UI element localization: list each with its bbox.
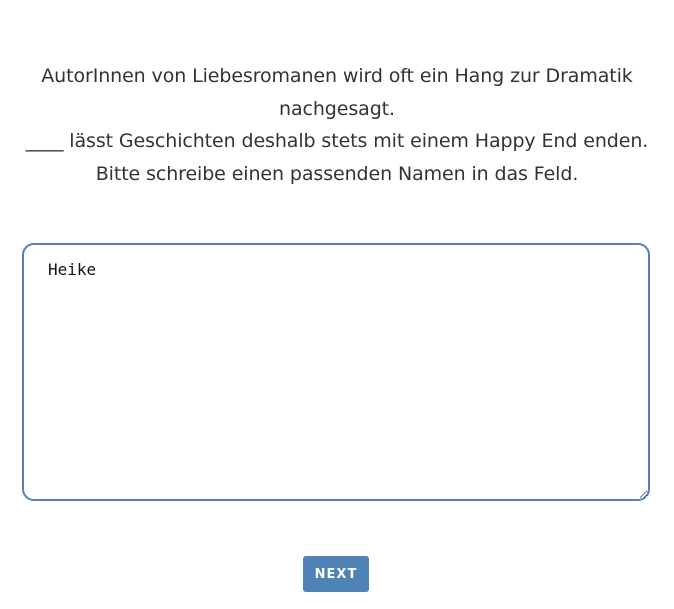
prompt-line-2: nachgesagt. [279,97,395,120]
answer-field-container: Heike [22,243,650,501]
question-prompt: AutorInnen von Liebesromanen wird oft ei… [0,60,674,190]
next-button[interactable]: NEXT [303,556,369,592]
answer-textarea[interactable]: Heike [22,243,650,501]
prompt-line-3: ____ lässt Geschichten deshalb stets mit… [25,130,649,152]
prompt-line-1: AutorInnen von Liebesromanen wird oft ei… [41,65,633,87]
prompt-line-4: Bitte schreibe einen passenden Namen in … [95,162,579,185]
